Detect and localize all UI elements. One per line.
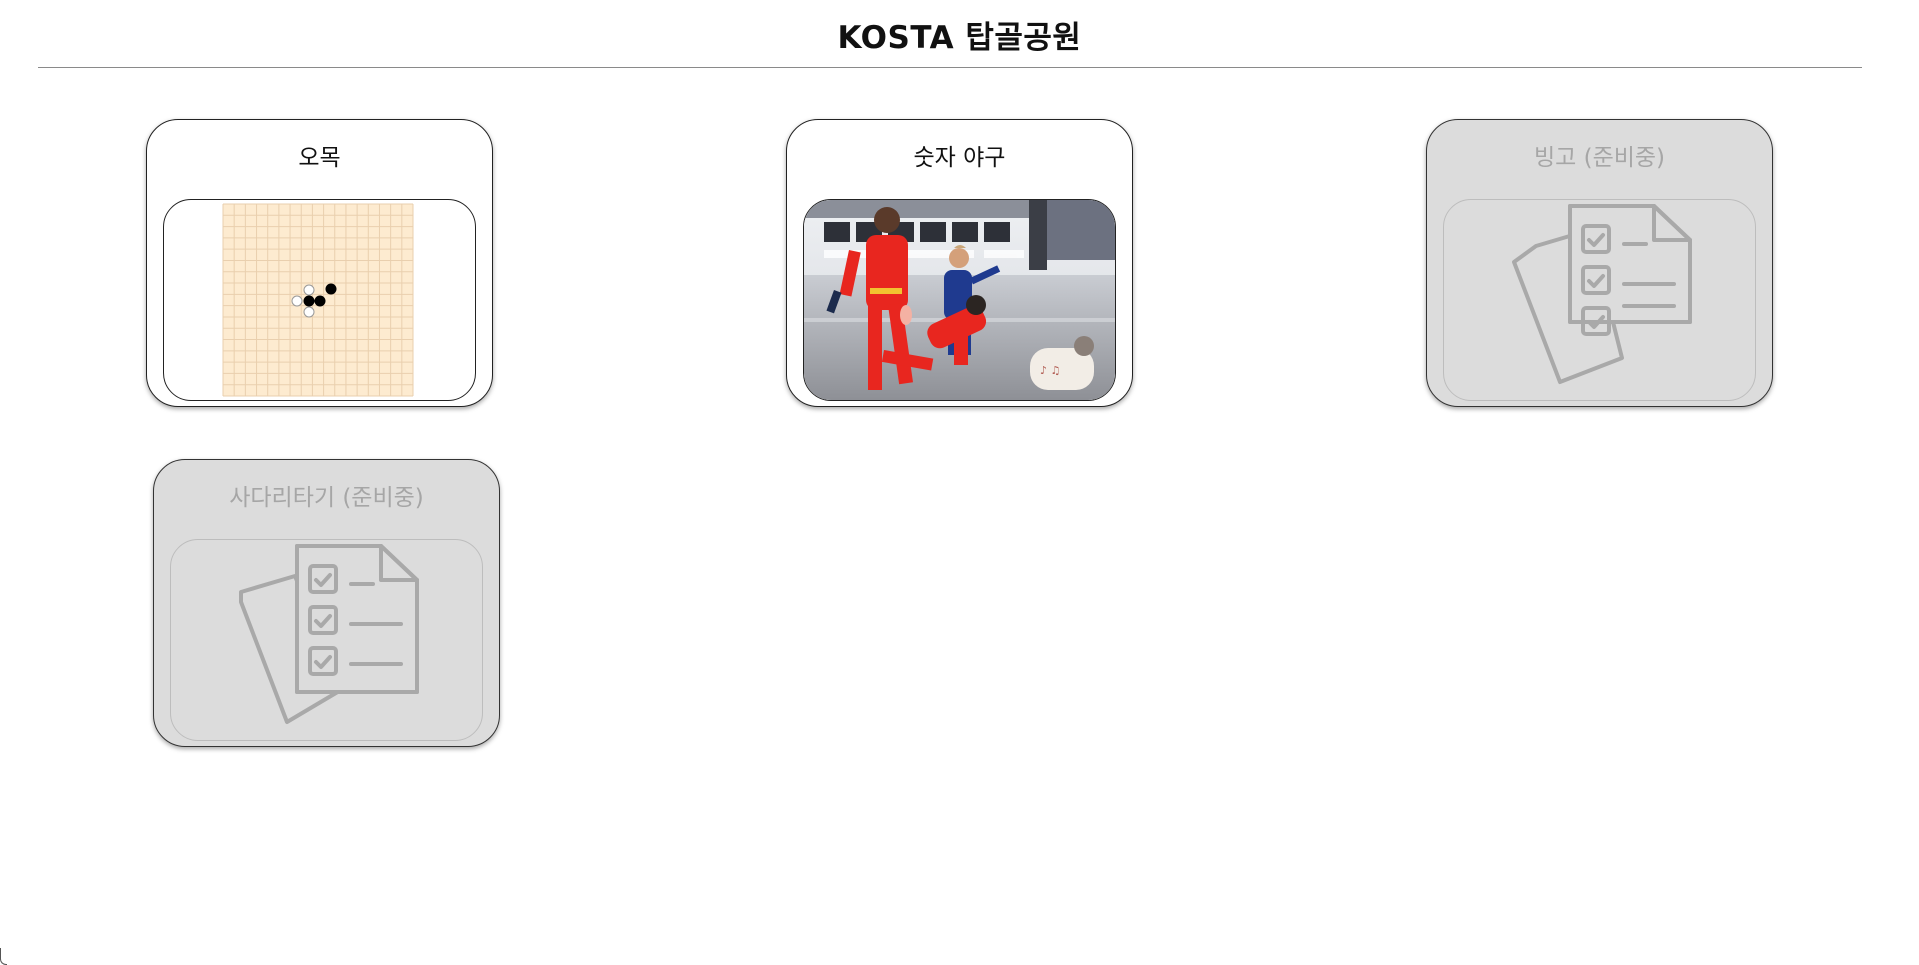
game-card-title: 오목	[298, 145, 341, 171]
game-thumbnail-number-baseball[interactable]: ♪ ♫	[803, 199, 1116, 401]
game-card-title: 빙고 (준비중)	[1533, 145, 1666, 171]
game-thumbnail-ladder	[170, 539, 483, 741]
game-card-title: 숫자 야구	[913, 145, 1006, 171]
header-divider	[38, 67, 1862, 68]
game-card-omok[interactable]: 오목	[146, 119, 493, 407]
window-corner	[0, 948, 7, 965]
site-title: KOSTA 탑골공원	[837, 20, 1082, 56]
game-card-ladder: 사다리타기 (준비중)	[153, 459, 500, 747]
checklist-document-icon	[239, 544, 419, 724]
svg-text:♪ ♫: ♪ ♫	[1040, 364, 1060, 377]
game-thumbnail-bingo	[1443, 199, 1756, 401]
checklist-document-icon	[1512, 204, 1692, 384]
game-card-bingo: 빙고 (준비중)	[1426, 119, 1773, 407]
game-card-number-baseball[interactable]: 숫자 야구 ♪ ♫	[786, 119, 1133, 407]
gomoku-board-icon	[222, 203, 414, 397]
number-baseball-photo: ♪ ♫	[804, 200, 1115, 400]
site-header: KOSTA 탑골공원	[0, 0, 1919, 69]
game-card-title: 사다리타기 (준비중)	[229, 485, 424, 511]
game-thumbnail-omok[interactable]	[163, 199, 476, 401]
